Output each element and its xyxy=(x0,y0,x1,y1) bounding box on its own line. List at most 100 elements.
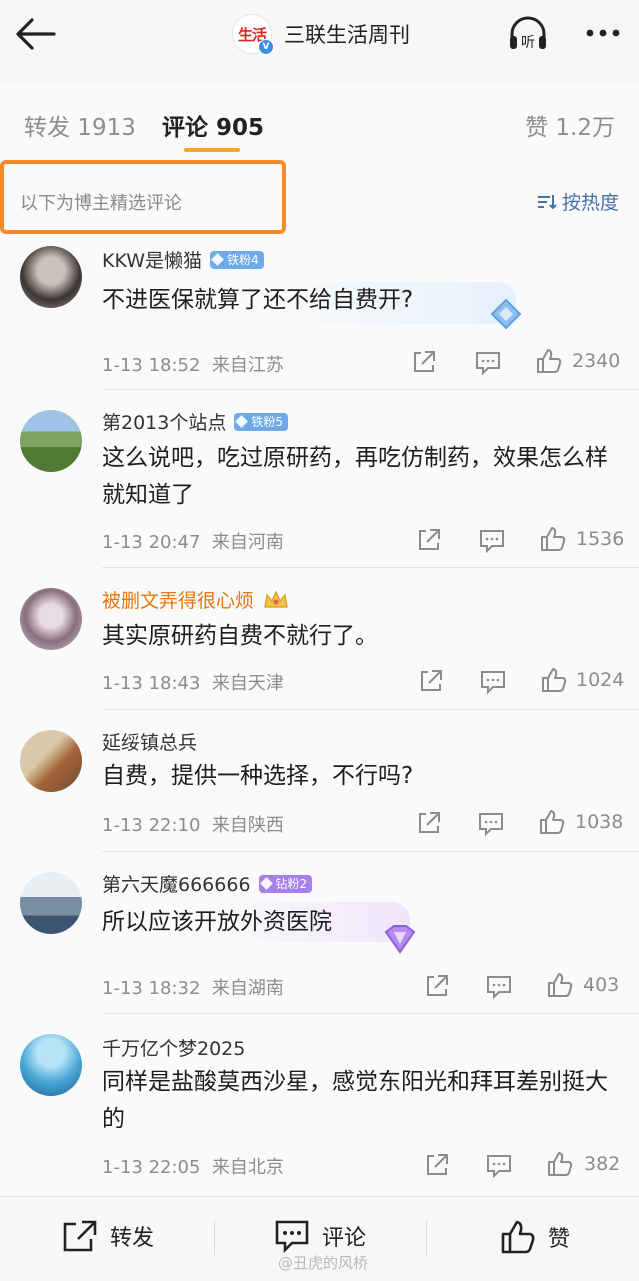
thumbs-up-icon[interactable] xyxy=(539,525,567,553)
more-button[interactable] xyxy=(584,18,624,48)
comment-username[interactable]: 延绥镇总兵 xyxy=(102,728,197,755)
comment-location: 来自河南 xyxy=(211,532,284,553)
comment-username[interactable]: 第2013个站点 铁粉5 xyxy=(102,408,288,435)
avatar[interactable] xyxy=(20,872,82,934)
listen-button[interactable]: 听 xyxy=(506,14,550,54)
thumbs-up-icon[interactable] xyxy=(546,1150,574,1178)
more-dots-icon xyxy=(586,29,620,37)
sort-button[interactable]: 按热度 xyxy=(536,188,619,215)
comment-time: 1-13 20:47 xyxy=(102,532,201,553)
account-header[interactable]: 生活 V 三联生活周刊 xyxy=(232,14,410,55)
comment-time: 1-13 22:10 xyxy=(102,815,201,836)
tab-comments[interactable]: 评论 905 xyxy=(162,108,264,142)
verified-icon: V xyxy=(258,39,274,55)
comment-icon[interactable] xyxy=(485,974,513,1000)
comment-item: 第六天魔666666 钻粉2 所以应该开放外资医院 1-13 18:32 来自湖… xyxy=(0,852,639,1014)
fan-badge-label: 铁粉5 xyxy=(251,414,283,429)
tab-repost[interactable]: 转发 1913 xyxy=(24,108,136,142)
comment-meta: 1-13 18:43 来自天津 xyxy=(102,669,284,695)
comment-item: KKW是懒猫 铁粉4 不进医保就算了还不给自费开? 1-13 18:52 来自江… xyxy=(0,238,639,390)
arrow-left-icon xyxy=(16,18,56,50)
comment-meta: 1-13 22:10 来自陕西 xyxy=(102,811,284,837)
sort-label: 按热度 xyxy=(561,192,619,214)
back-button[interactable] xyxy=(14,16,58,52)
avatar[interactable] xyxy=(20,246,82,308)
account-name[interactable]: 三联生活周刊 xyxy=(284,19,410,49)
comment-label: 评论 xyxy=(322,1226,367,1251)
thumbs-up-icon[interactable] xyxy=(540,666,568,694)
comment-time: 1-13 18:43 xyxy=(102,673,201,694)
featured-comments-label: 以下为博主精选评论 xyxy=(20,193,182,214)
comment-icon[interactable] xyxy=(485,1153,513,1179)
comment-time: 1-13 18:32 xyxy=(102,978,201,999)
watermark: @丑虎的风桥 xyxy=(278,1254,369,1272)
comment-item: 第2013个站点 铁粉5 这么说吧，吃过原研药，再吃仿制药，效果怎么样就知道了 … xyxy=(0,390,639,568)
username-text[interactable]: 第2013个站点 xyxy=(102,408,226,435)
comment-text: 自费，提供一种选择，不行吗? xyxy=(102,763,414,789)
like-count: 403 xyxy=(583,974,620,996)
comment-username[interactable]: 千万亿个梦2025 xyxy=(102,1034,245,1061)
comment-meta: 1-13 18:32 来自湖南 xyxy=(102,974,284,1000)
thumbs-up-icon[interactable] xyxy=(538,808,566,836)
like-count: 1024 xyxy=(576,669,625,691)
comment-icon[interactable] xyxy=(477,811,505,837)
thumbs-up-icon[interactable] xyxy=(546,971,574,999)
gem-icon xyxy=(259,877,273,890)
tab-likes[interactable]: 赞 1.2万 xyxy=(525,108,615,142)
account-avatar[interactable]: 生活 V xyxy=(232,14,274,55)
comment-icon xyxy=(275,1220,309,1253)
share-icon[interactable] xyxy=(411,349,437,375)
like-button[interactable]: 赞 xyxy=(500,1219,570,1255)
divider xyxy=(214,1221,215,1255)
avatar[interactable] xyxy=(20,1034,82,1096)
top-bar: 生活 V 三联生活周刊 听 xyxy=(0,0,639,70)
username-text[interactable]: 千万亿个梦2025 xyxy=(102,1034,245,1061)
comment-item: 延绥镇总兵 自费，提供一种选择，不行吗? 1-13 22:10 来自陕西 103… xyxy=(0,710,639,852)
comment-username[interactable]: 第六天魔666666 钻粉2 xyxy=(102,870,313,897)
tab-bar: 转发 1913 评论 905 赞 1.2万 xyxy=(0,86,639,159)
comment-icon[interactable] xyxy=(479,669,507,695)
username-text[interactable]: 第六天魔666666 xyxy=(102,870,251,897)
share-icon[interactable] xyxy=(424,973,450,999)
username-text[interactable]: 被删文弄得很心烦 xyxy=(102,586,254,613)
fan-badge: 铁粉5 xyxy=(234,412,288,431)
comment-location: 来自天津 xyxy=(211,673,284,694)
fan-badge: 铁粉4 xyxy=(210,250,264,269)
share-icon[interactable] xyxy=(418,668,444,694)
avatar[interactable] xyxy=(20,588,82,650)
comment-meta: 1-13 20:47 来自河南 xyxy=(102,528,284,554)
fan-badge-label: 铁粉4 xyxy=(227,252,259,267)
username-text[interactable]: 延绥镇总兵 xyxy=(102,728,197,755)
comment-icon[interactable] xyxy=(478,528,506,554)
comment-text: 不进医保就算了还不给自费开? xyxy=(102,287,414,313)
comment-button[interactable]: 评论 xyxy=(274,1219,366,1253)
comment-location: 来自陕西 xyxy=(211,815,284,836)
fan-badge: 钻粉2 xyxy=(258,874,313,893)
comment-username[interactable]: KKW是懒猫 铁粉4 xyxy=(102,246,264,273)
avatar[interactable] xyxy=(20,730,82,792)
share-icon[interactable] xyxy=(424,1152,450,1178)
like-count: 1536 xyxy=(576,528,625,550)
like-count: 1038 xyxy=(575,811,624,833)
share-icon[interactable] xyxy=(416,527,442,553)
comment-location: 来自北京 xyxy=(211,1157,284,1178)
repost-button[interactable]: 转发 xyxy=(62,1219,154,1253)
thumbs-up-icon[interactable] xyxy=(535,347,563,375)
comment-time: 1-13 22:05 xyxy=(102,1157,201,1178)
share-icon[interactable] xyxy=(416,810,442,836)
like-label: 赞 xyxy=(548,1227,571,1252)
repost-label: 转发 xyxy=(110,1226,155,1251)
sort-icon xyxy=(537,194,557,209)
avatar[interactable] xyxy=(20,410,82,472)
like-count: 2340 xyxy=(572,350,621,372)
thumbs-up-icon xyxy=(501,1220,535,1254)
gem-icon xyxy=(211,253,224,266)
comment-text: 这么说吧，吃过原研药，再吃仿制药，效果怎么样就知道了 xyxy=(102,445,608,508)
comment-meta: 1-13 22:05 来自北京 xyxy=(102,1153,284,1179)
comment-text: 所以应该开放外资医院 xyxy=(102,909,332,935)
comment-username[interactable]: 被删文弄得很心烦 xyxy=(102,586,290,613)
comment-text: 其实原研药自费不就行了。 xyxy=(102,623,378,649)
comment-icon[interactable] xyxy=(474,350,502,376)
comment-item: 千万亿个梦2025 同样是盐酸莫西沙星，感觉东阳光和拜耳差别挺大的 1-13 2… xyxy=(0,1014,639,1196)
username-text[interactable]: KKW是懒猫 xyxy=(102,246,202,273)
